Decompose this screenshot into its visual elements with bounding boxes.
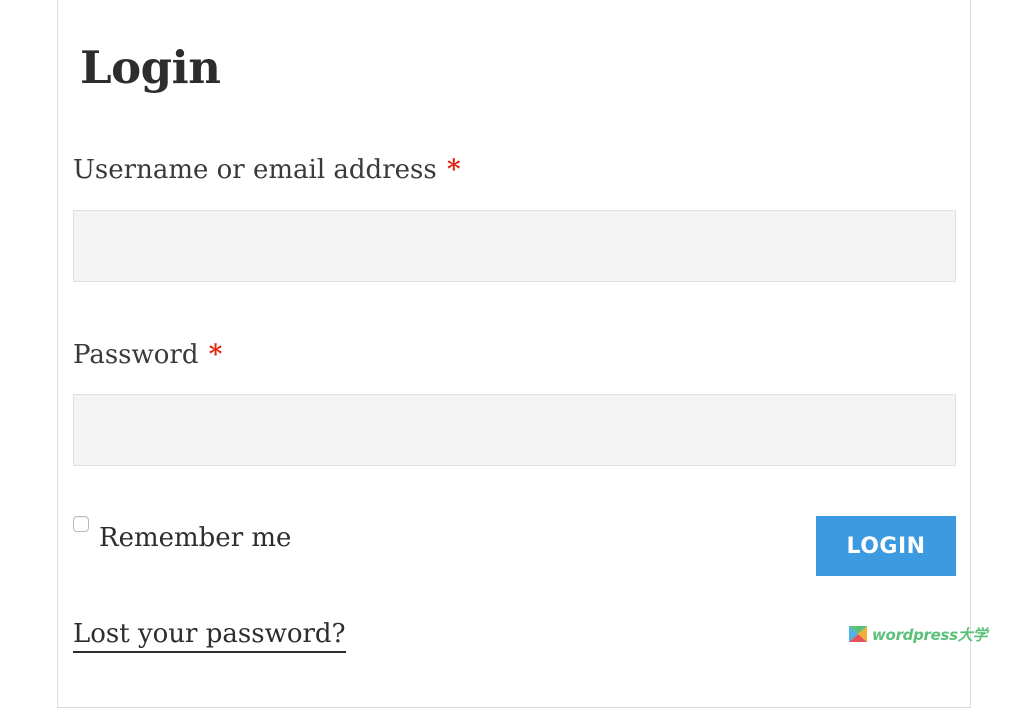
username-label: Username or email address * — [73, 153, 461, 187]
username-label-text: Username or email address — [73, 155, 437, 185]
page-title: Login — [80, 41, 221, 94]
password-label-text: Password — [73, 340, 199, 370]
watermark-text: wordpress大学 — [872, 625, 988, 644]
lost-password-link[interactable]: Lost your password? — [73, 617, 346, 653]
watermark: wordpress大学 — [848, 623, 987, 645]
username-required-mark: * — [446, 155, 461, 185]
password-label: Password * — [73, 338, 222, 372]
password-input[interactable] — [73, 394, 956, 466]
remember-me-label[interactable]: Remember me — [99, 521, 291, 555]
remember-me-checkbox[interactable] — [73, 516, 89, 532]
wordpress-daxue-logo-icon — [848, 624, 868, 644]
password-required-mark: * — [208, 340, 223, 370]
username-input[interactable] — [73, 210, 956, 282]
login-button[interactable]: LOGIN — [816, 516, 956, 576]
